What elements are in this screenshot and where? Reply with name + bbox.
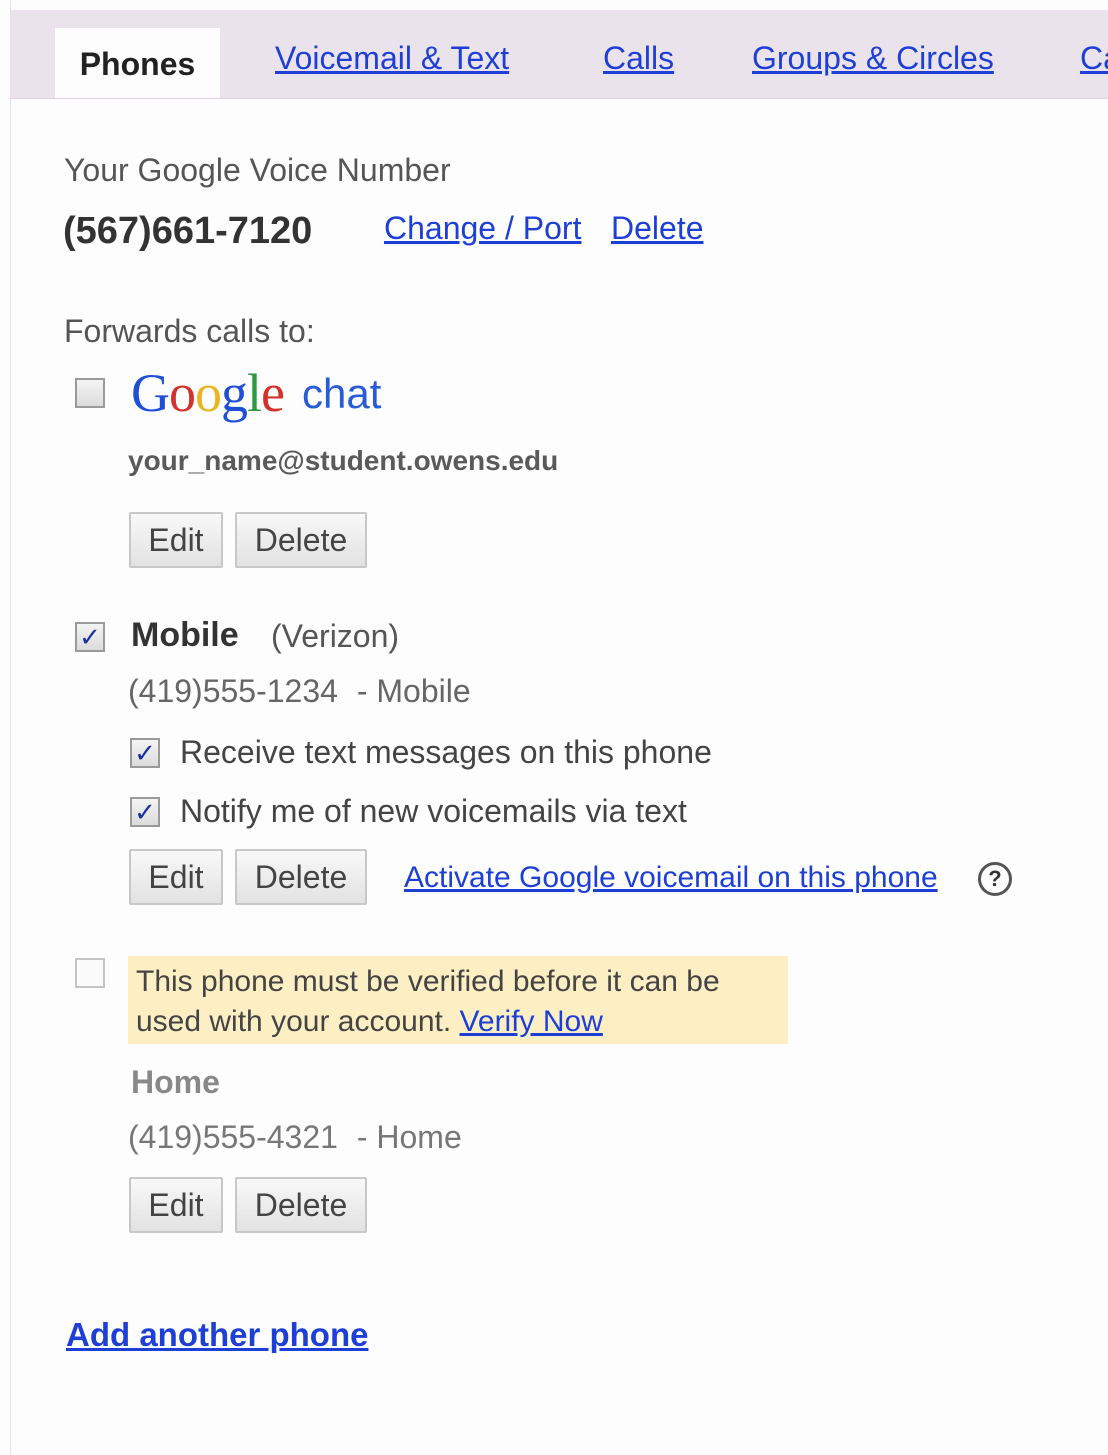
home-number: (419)555-4321 bbox=[128, 1119, 338, 1155]
notify-voicemail-label: Notify me of new voicemails via text bbox=[180, 793, 687, 829]
google-logo-letter: l bbox=[247, 363, 262, 423]
check-mark-icon: ✓ bbox=[134, 797, 156, 827]
receive-text-checkbox[interactable]: ✓ bbox=[130, 738, 160, 768]
home-edit-button[interactable]: Edit bbox=[129, 1177, 223, 1233]
mobile-delete-button[interactable]: Delete bbox=[235, 849, 367, 905]
google-logo-letter: e bbox=[261, 363, 285, 423]
warning-line-2-text: used with your account. bbox=[136, 1005, 452, 1038]
home-number-line: (419)555-4321 - Home bbox=[128, 1119, 462, 1156]
tab-groups-circles[interactable]: Groups & Circles bbox=[752, 40, 994, 77]
activate-voicemail-link[interactable]: Activate Google voicemail on this phone bbox=[404, 861, 938, 895]
mobile-checkbox[interactable]: ✓ bbox=[75, 622, 105, 652]
check-mark-icon: ✓ bbox=[79, 622, 101, 652]
help-question-icon[interactable]: ? bbox=[978, 862, 1012, 896]
google-logo-letter: g bbox=[221, 363, 248, 423]
tab-truncated[interactable]: Ca bbox=[1080, 40, 1108, 77]
home-checkbox[interactable] bbox=[75, 958, 105, 988]
google-voice-settings: Phones Voicemail & Text Calls Groups & C… bbox=[0, 0, 1108, 1455]
forwards-calls-label: Forwards calls to: bbox=[64, 313, 315, 349]
gv-number: (567)661-7120 bbox=[63, 210, 313, 252]
mobile-number-line: (419)555-1234 - Mobile bbox=[128, 673, 471, 710]
receive-text-label: Receive text messages on this phone bbox=[180, 734, 712, 770]
home-type-label: - Home bbox=[356, 1119, 462, 1155]
warning-line-2: used with your account. Verify Now bbox=[136, 1002, 780, 1042]
home-delete-button[interactable]: Delete bbox=[235, 1177, 367, 1233]
mobile-title: Mobile bbox=[131, 616, 239, 654]
verification-warning: This phone must be verified before it ca… bbox=[128, 956, 788, 1044]
mobile-carrier: (Verizon) bbox=[271, 618, 400, 654]
tab-phones[interactable]: Phones bbox=[55, 28, 220, 98]
google-chat-edit-button[interactable]: Edit bbox=[129, 512, 223, 568]
check-mark-icon: ✓ bbox=[134, 738, 156, 768]
mobile-number: (419)555-1234 bbox=[128, 673, 338, 709]
add-another-phone-link[interactable]: Add another phone bbox=[66, 1316, 368, 1354]
google-logo-letter: o bbox=[169, 363, 196, 423]
tab-calls[interactable]: Calls bbox=[603, 40, 674, 77]
google-logo-letter: G bbox=[131, 363, 170, 423]
delete-number-link[interactable]: Delete bbox=[611, 210, 704, 247]
settings-tab-bar: Phones Voicemail & Text Calls Groups & C… bbox=[10, 10, 1108, 99]
google-logo: Google bbox=[131, 362, 285, 424]
tab-voicemail-text[interactable]: Voicemail & Text bbox=[275, 40, 509, 77]
page-left-border bbox=[10, 0, 11, 1455]
mobile-type-label: - Mobile bbox=[356, 673, 471, 709]
warning-line-1: This phone must be verified before it ca… bbox=[136, 965, 720, 998]
google-chat-email: your_name@student.owens.edu bbox=[128, 445, 559, 476]
chat-logo-word: chat bbox=[302, 370, 382, 417]
change-port-link[interactable]: Change / Port bbox=[384, 210, 581, 247]
google-chat-delete-button[interactable]: Delete bbox=[235, 512, 367, 568]
google-chat-checkbox[interactable] bbox=[75, 378, 105, 408]
notify-voicemail-checkbox[interactable]: ✓ bbox=[130, 797, 160, 827]
google-logo-letter: o bbox=[195, 363, 222, 423]
mobile-edit-button[interactable]: Edit bbox=[129, 849, 223, 905]
gv-number-label: Your Google Voice Number bbox=[64, 152, 451, 188]
verify-now-link[interactable]: Verify Now bbox=[460, 1005, 603, 1038]
home-title: Home bbox=[131, 1064, 220, 1100]
